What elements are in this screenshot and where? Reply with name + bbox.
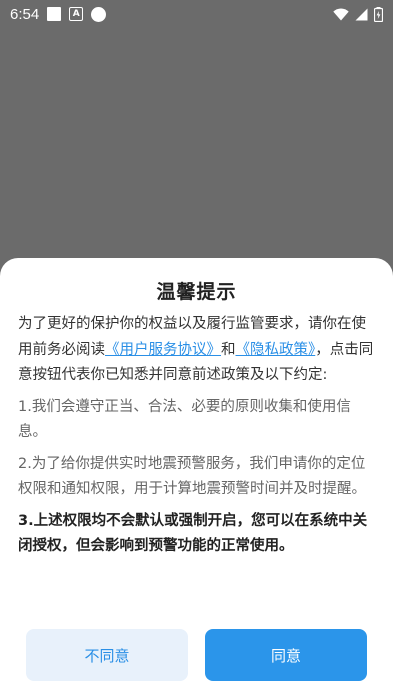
item-3: 3.上述权限均不会默认或强制开启，您可以在系统中关闭授权，但会影响到预警功能的正… xyxy=(18,512,368,555)
dialog-title: 温馨提示 xyxy=(156,281,237,303)
dialog-content: 为了更好的保护你的权益以及履行监管要求，请你在使用前务必阅读《用户服务协议》和《… xyxy=(18,312,375,560)
privacy-dialog: 温馨提示 为了更好的保护你的权益以及履行监管要求，请你在使用前务必阅读《用户服务… xyxy=(0,258,393,700)
intro-paragraph: 为了更好的保护你的权益以及履行监管要求，请你在使用前务必阅读《用户服务协议》和《… xyxy=(18,312,375,389)
agree-button[interactable]: 同意 xyxy=(205,629,367,681)
and-text: 和 xyxy=(221,341,236,358)
status-bar: 6:54 A xyxy=(0,0,393,28)
wifi-icon xyxy=(333,7,349,20)
status-time: 6:54 xyxy=(10,5,40,23)
item-1: 1.我们会遵守正当、合法、必要的原则收集和使用信息。 xyxy=(18,398,351,441)
item-2: 2.为了给你提供实时地震预警服务，我们申请你的定位权限和通知权限，用于计算地震预… xyxy=(18,455,366,498)
battery-icon xyxy=(374,6,383,22)
notification-circle-icon xyxy=(91,6,107,22)
notification-square-icon xyxy=(47,7,62,21)
user-agreement-link[interactable]: 《用户服务协议》 xyxy=(105,342,221,358)
disagree-button[interactable]: 不同意 xyxy=(26,629,188,681)
button-row: 不同意 同意 xyxy=(26,629,367,681)
status-icons xyxy=(333,6,383,22)
a-notification-icon: A xyxy=(69,7,84,21)
cell-signal-icon xyxy=(355,8,368,20)
privacy-policy-link[interactable]: 《隐私政策》 xyxy=(236,342,316,358)
